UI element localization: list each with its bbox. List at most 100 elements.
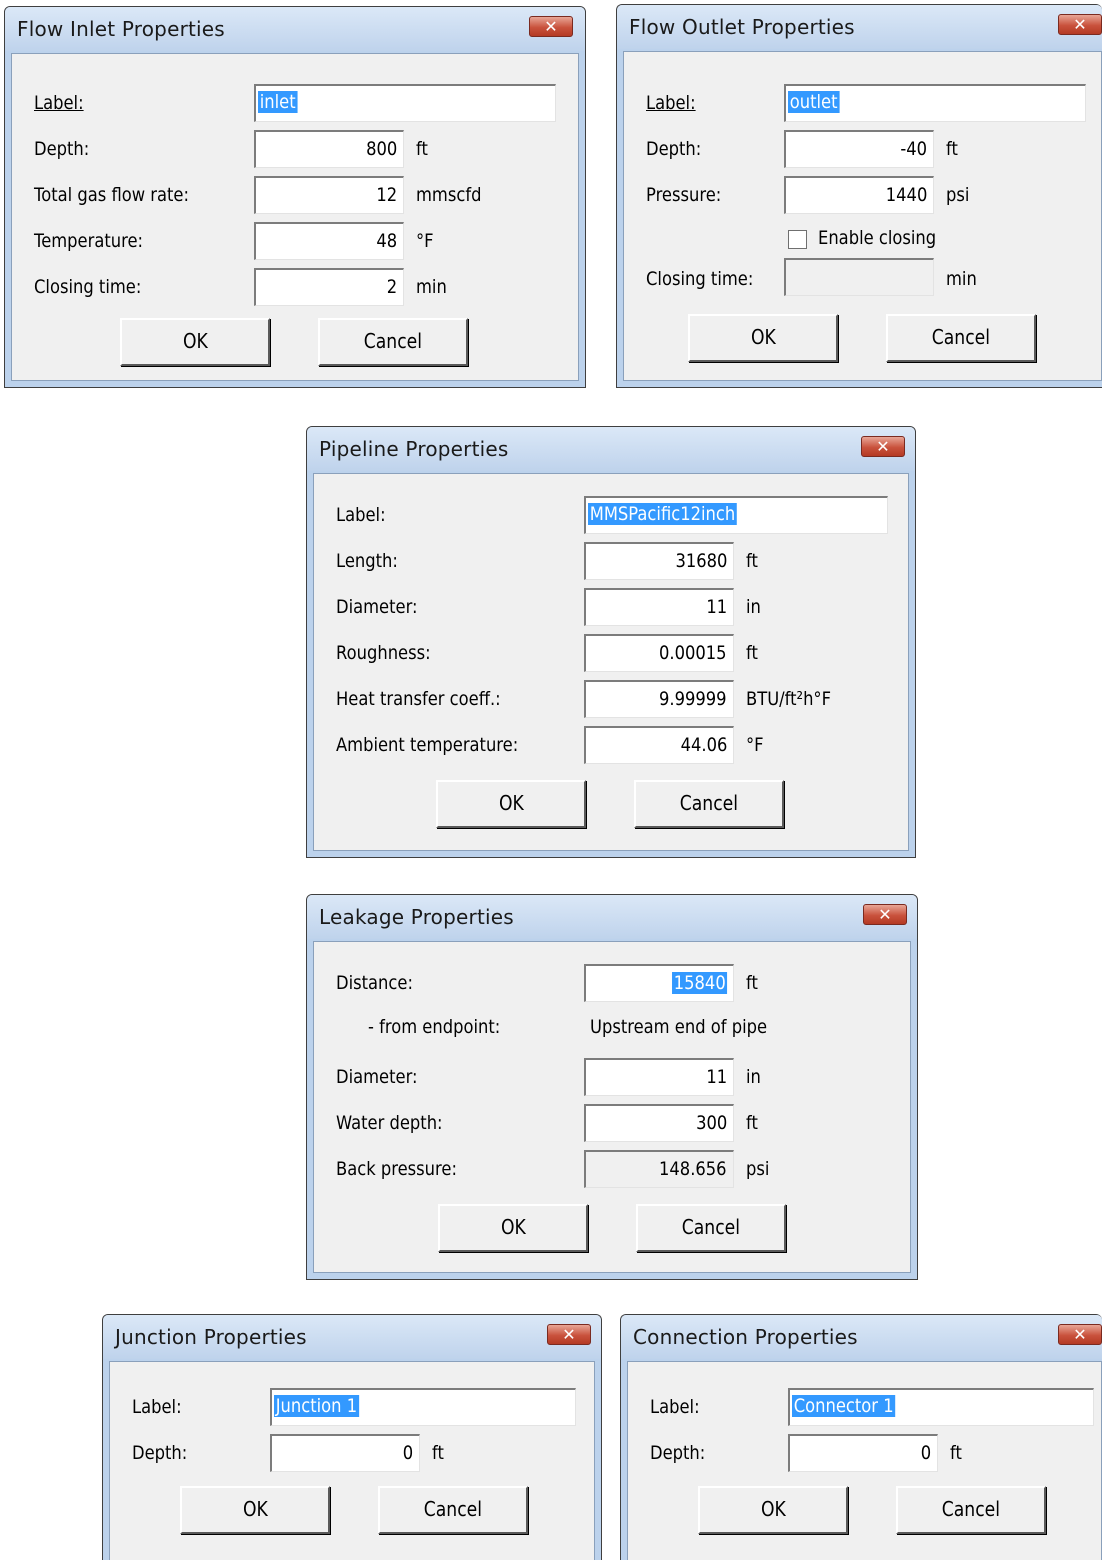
label-caption: Label: xyxy=(34,92,84,114)
titlebar[interactable]: Flow Outlet Properties ✕ xyxy=(617,5,1102,49)
label-caption: Label: xyxy=(336,504,386,526)
label-caption: Label: xyxy=(646,92,696,114)
close-button[interactable]: ✕ xyxy=(547,1324,591,1345)
connection-dialog: Connection Properties ✕ Label: Connector… xyxy=(620,1314,1102,1560)
temperature-input[interactable]: 48 xyxy=(254,222,404,260)
closing-time-caption: Closing time: xyxy=(34,276,142,298)
close-icon: ✕ xyxy=(1073,1325,1087,1344)
ok-button[interactable]: OK xyxy=(438,1204,588,1252)
depth-caption: Depth: xyxy=(132,1442,188,1464)
closing-time-unit: min xyxy=(416,276,447,298)
dialog-title: Flow Outlet Properties xyxy=(629,15,855,39)
label-input[interactable]: Connector 1 xyxy=(788,1388,1094,1426)
cancel-button[interactable]: Cancel xyxy=(896,1486,1046,1534)
dialog-body: Label: outlet Depth: -40 ft Pressure: 14… xyxy=(623,51,1102,381)
label-caption: Label: xyxy=(132,1396,182,1418)
label-input[interactable]: MMSPacific12inch xyxy=(584,496,888,534)
depth-input[interactable]: 800 xyxy=(254,130,404,168)
back-pressure-caption: Back pressure: xyxy=(336,1158,457,1180)
enable-closing-checkbox[interactable] xyxy=(788,230,807,249)
depth-input[interactable]: 0 xyxy=(270,1434,420,1472)
dialog-title: Connection Properties xyxy=(633,1325,858,1349)
water-depth-unit: ft xyxy=(746,1112,758,1134)
titlebar[interactable]: Flow Inlet Properties ✕ xyxy=(5,7,585,51)
dialog-body: Label: Junction 1 Depth: 0 ft OK Cancel xyxy=(109,1361,595,1560)
label-caption: Label: xyxy=(650,1396,700,1418)
ok-button[interactable]: OK xyxy=(436,780,586,828)
close-button[interactable]: ✕ xyxy=(1058,14,1102,35)
junction-dialog: Junction Properties ✕ Label: Junction 1 … xyxy=(102,1314,602,1560)
dialog-title: Leakage Properties xyxy=(319,905,514,929)
distance-unit: ft xyxy=(746,972,758,994)
label-input[interactable]: Junction 1 xyxy=(270,1388,576,1426)
ambient-temperature-unit: °F xyxy=(746,734,764,756)
depth-unit: ft xyxy=(946,138,958,160)
close-button[interactable]: ✕ xyxy=(529,16,573,37)
depth-caption: Depth: xyxy=(650,1442,706,1464)
titlebar[interactable]: Junction Properties ✕ xyxy=(103,1315,601,1359)
heat-transfer-unit: BTU/ft²h°F xyxy=(746,688,832,710)
ok-button[interactable]: OK xyxy=(120,318,270,366)
diameter-input[interactable]: 11 xyxy=(584,1058,734,1096)
heat-transfer-input[interactable]: 9.99999 xyxy=(584,680,734,718)
pressure-caption: Pressure: xyxy=(646,184,722,206)
distance-input[interactable]: 15840 xyxy=(584,964,734,1002)
roughness-input[interactable]: 0.00015 xyxy=(584,634,734,672)
diameter-unit: in xyxy=(746,1066,761,1088)
ok-button[interactable]: OK xyxy=(180,1486,330,1534)
ambient-temperature-input[interactable]: 44.06 xyxy=(584,726,734,764)
dialog-body: Label: Connector 1 Depth: 0 ft OK Cancel xyxy=(627,1361,1102,1560)
back-pressure-unit: psi xyxy=(746,1158,770,1180)
heat-transfer-caption: Heat transfer coeff.: xyxy=(336,688,501,710)
close-button[interactable]: ✕ xyxy=(1058,1324,1102,1345)
depth-unit: ft xyxy=(432,1442,444,1464)
cancel-button[interactable]: Cancel xyxy=(636,1204,786,1252)
ok-button[interactable]: OK xyxy=(688,314,838,362)
closing-time-input[interactable]: 2 xyxy=(254,268,404,306)
titlebar[interactable]: Leakage Properties ✕ xyxy=(307,895,917,939)
depth-input[interactable]: 0 xyxy=(788,1434,938,1472)
label-input[interactable]: outlet xyxy=(784,84,1086,122)
temperature-unit: °F xyxy=(416,230,434,252)
depth-unit: ft xyxy=(416,138,428,160)
roughness-caption: Roughness: xyxy=(336,642,431,664)
pressure-input[interactable]: 1440 xyxy=(784,176,934,214)
pipeline-dialog: Pipeline Properties ✕ Label: MMSPacific1… xyxy=(306,426,916,858)
roughness-unit: ft xyxy=(746,642,758,664)
close-icon: ✕ xyxy=(544,17,558,36)
back-pressure-field: 148.656 xyxy=(584,1150,734,1188)
flow-rate-caption: Total gas flow rate: xyxy=(34,184,190,206)
label-input[interactable]: inlet xyxy=(254,84,556,122)
water-depth-caption: Water depth: xyxy=(336,1112,443,1134)
dialog-body: Distance: 15840 ft - from endpoint: Upst… xyxy=(313,941,911,1273)
ok-button[interactable]: OK xyxy=(698,1486,848,1534)
close-button[interactable]: ✕ xyxy=(863,904,907,925)
leakage-dialog: Leakage Properties ✕ Distance: 15840 ft … xyxy=(306,894,918,1280)
flow-rate-input[interactable]: 12 xyxy=(254,176,404,214)
titlebar[interactable]: Pipeline Properties ✕ xyxy=(307,427,915,471)
cancel-button[interactable]: Cancel xyxy=(318,318,468,366)
cancel-button[interactable]: Cancel xyxy=(634,780,784,828)
diameter-unit: in xyxy=(746,596,761,618)
diameter-input[interactable]: 11 xyxy=(584,588,734,626)
close-icon: ✕ xyxy=(1073,15,1087,34)
dialog-body: Label: inlet Depth: 800 ft Total gas flo… xyxy=(11,53,579,381)
closing-time-input[interactable] xyxy=(784,258,934,296)
closing-time-unit: min xyxy=(946,268,977,290)
close-button[interactable]: ✕ xyxy=(861,436,905,457)
depth-input[interactable]: -40 xyxy=(784,130,934,168)
depth-unit: ft xyxy=(950,1442,962,1464)
closing-time-caption: Closing time: xyxy=(646,268,754,290)
length-caption: Length: xyxy=(336,550,398,572)
enable-closing-label[interactable]: Enable closing xyxy=(818,227,936,249)
titlebar[interactable]: Connection Properties ✕ xyxy=(621,1315,1102,1359)
length-input[interactable]: 31680 xyxy=(584,542,734,580)
depth-caption: Depth: xyxy=(646,138,702,160)
diameter-caption: Diameter: xyxy=(336,1066,418,1088)
diameter-caption: Diameter: xyxy=(336,596,418,618)
water-depth-input[interactable]: 300 xyxy=(584,1104,734,1142)
dialog-body: Label: MMSPacific12inch Length: 31680 ft… xyxy=(313,473,909,851)
cancel-button[interactable]: Cancel xyxy=(378,1486,528,1534)
cancel-button[interactable]: Cancel xyxy=(886,314,1036,362)
close-icon: ✕ xyxy=(876,437,890,456)
